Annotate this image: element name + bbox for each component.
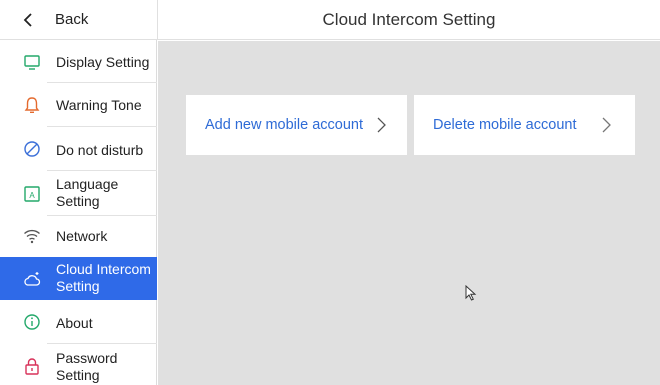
back-button[interactable]: Back bbox=[0, 0, 158, 40]
sidebar-item-warning-tone[interactable]: Warning Tone bbox=[0, 83, 157, 127]
sidebar-item-do-not-disturb[interactable]: Do not disturb bbox=[0, 127, 157, 171]
content-area: Add new mobile account Delete mobile acc… bbox=[158, 41, 660, 385]
add-mobile-account-button[interactable]: Add new mobile account bbox=[186, 95, 407, 155]
sidebar-item-language-setting[interactable]: A Language Setting bbox=[0, 171, 157, 216]
sidebar-item-cloud-intercom-setting[interactable]: Cloud Intercom Setting bbox=[0, 257, 157, 300]
sidebar-item-label: Warning Tone bbox=[56, 97, 142, 113]
sidebar: Display Setting Warning Tone Do not dist… bbox=[0, 40, 157, 385]
back-label: Back bbox=[55, 11, 89, 28]
delete-mobile-account-button[interactable]: Delete mobile account bbox=[414, 95, 635, 155]
language-icon: A bbox=[24, 186, 40, 202]
sidebar-item-display-setting[interactable]: Display Setting bbox=[0, 40, 157, 83]
mouse-cursor-icon bbox=[465, 285, 477, 301]
sidebar-item-password-setting[interactable]: Password Setting bbox=[0, 344, 157, 385]
sidebar-item-label: Cloud Intercom Setting bbox=[56, 261, 151, 294]
cloud-icon bbox=[24, 272, 41, 286]
do-not-disturb-icon bbox=[24, 141, 40, 157]
monitor-icon bbox=[24, 55, 40, 70]
card-label: Add new mobile account bbox=[205, 117, 363, 133]
card-label: Delete mobile account bbox=[433, 117, 577, 133]
sidebar-item-label: Language Setting bbox=[56, 176, 119, 209]
sidebar-item-label: About bbox=[56, 315, 93, 331]
chevron-left-icon bbox=[23, 13, 32, 27]
bell-icon bbox=[24, 97, 40, 113]
sidebar-item-label: Do not disturb bbox=[56, 142, 144, 158]
sidebar-item-label: Display Setting bbox=[56, 54, 150, 70]
svg-text:A: A bbox=[29, 191, 35, 200]
sidebar-item-label: Password Setting bbox=[56, 350, 118, 383]
chevron-right-icon bbox=[377, 117, 386, 133]
chevron-right-icon bbox=[602, 117, 611, 133]
top-bar: Back Cloud Intercom Setting bbox=[0, 0, 660, 40]
sidebar-item-network[interactable]: Network bbox=[0, 216, 157, 257]
info-icon bbox=[24, 314, 40, 330]
lock-icon bbox=[25, 358, 39, 375]
page-title: Cloud Intercom Setting bbox=[322, 10, 496, 29]
wifi-icon bbox=[24, 229, 40, 244]
sidebar-item-label: Network bbox=[56, 228, 108, 244]
sidebar-item-about[interactable]: About bbox=[0, 300, 157, 344]
